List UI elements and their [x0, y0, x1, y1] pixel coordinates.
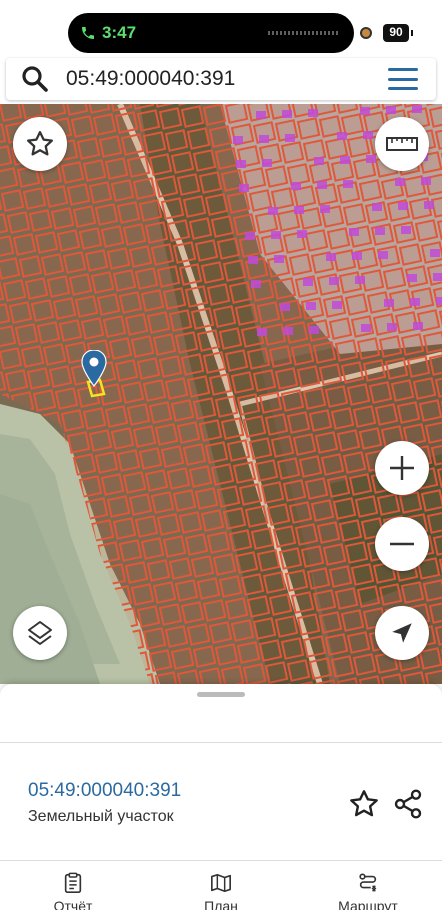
clock: 3:47 — [102, 23, 137, 42]
share-icon[interactable] — [392, 788, 424, 820]
minus-icon — [390, 542, 414, 546]
status-bar: 3:47 90 — [0, 0, 442, 60]
parcel-cadastral-number[interactable]: 05:49:000040:391 — [28, 780, 181, 802]
plus-icon — [390, 456, 414, 480]
ruler-button[interactable] — [375, 117, 429, 171]
search-bar — [6, 58, 436, 100]
nav-label: Маршрут — [338, 898, 398, 910]
divider — [0, 860, 442, 861]
dynamic-island[interactable]: 3:47 — [68, 13, 354, 53]
ruler-icon — [386, 137, 418, 151]
favorites-button[interactable] — [13, 117, 67, 171]
parcel-info-sheet[interactable]: 05:49:000040:391 Земельный участок Отчёт… — [0, 684, 442, 910]
nav-plan[interactable]: План — [176, 872, 266, 910]
battery-indicator: 90 — [383, 24, 413, 42]
zoom-in-button[interactable] — [375, 441, 429, 495]
divider — [0, 742, 442, 743]
navigation-arrow-icon — [392, 623, 412, 643]
parcel-type: Земельный участок — [28, 808, 174, 825]
my-location-button[interactable] — [375, 606, 429, 660]
nav-label: План — [204, 898, 238, 910]
route-icon — [359, 873, 377, 892]
layers-button[interactable] — [13, 606, 67, 660]
sheet-handle[interactable] — [197, 692, 245, 697]
signal-indicator — [268, 31, 338, 35]
map-icon — [211, 873, 231, 893]
satellite-map[interactable] — [0, 104, 442, 684]
nav-report[interactable]: Отчёт — [28, 872, 118, 910]
zoom-out-button[interactable] — [375, 517, 429, 571]
star-icon — [27, 131, 53, 156]
menu-icon[interactable] — [388, 68, 418, 90]
search-input[interactable] — [66, 67, 366, 91]
star-icon[interactable] — [348, 788, 380, 820]
phone-icon — [82, 27, 94, 39]
location-pin-icon[interactable] — [81, 350, 107, 388]
search-icon[interactable] — [20, 64, 50, 94]
nav-label: Отчёт — [53, 898, 93, 910]
layers-icon — [28, 621, 52, 645]
nav-route[interactable]: Маршрут — [323, 872, 413, 910]
report-icon — [64, 872, 82, 893]
map-view[interactable] — [0, 104, 442, 684]
privacy-indicator — [360, 27, 372, 39]
